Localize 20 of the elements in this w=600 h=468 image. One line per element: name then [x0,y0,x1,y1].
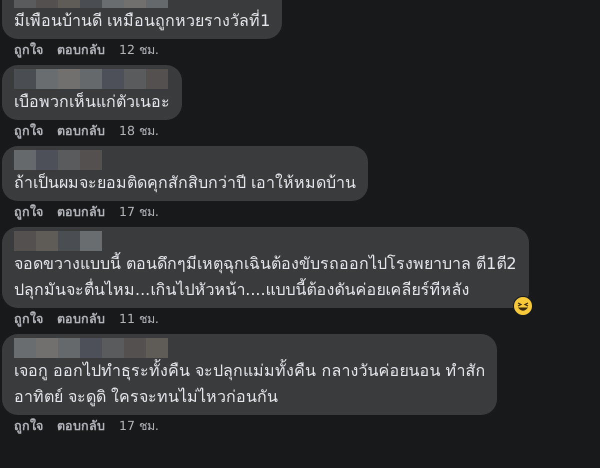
comment-time: 18 ชม. [119,122,159,140]
comment-time: 12 ชม. [119,40,159,59]
comment-text: มีเพือนบ้านดี เหมือนถูกหวยรางวัลที่1 [14,8,270,32]
reply-link[interactable]: ตอบกลับ [57,122,105,140]
comment-time: 11 ชม. [119,310,159,328]
reply-link[interactable]: ตอบกลับ [57,40,105,60]
like-link[interactable]: ถูกใจ [14,310,43,328]
like-link[interactable]: ถูกใจ [14,202,43,222]
reply-link[interactable]: ตอบกลับ [57,310,105,328]
comment-text: เบือพวกเห็นแก่ตัวเนอะ [14,91,170,113]
reply-link[interactable]: ตอบกลับ [57,202,105,222]
reply-link[interactable]: ตอบกลับ [57,416,105,436]
like-link[interactable]: ถูกใจ [14,122,43,140]
comment-time: 17 ชม. [119,202,159,221]
like-link[interactable]: ถูกใจ [14,416,43,436]
comment-text: เจอกู ออกไปทำธุระทั้งคืน จะปลุกแม่มทั้งคืน กลางวันค่อยนอน ทำสัก อาทิตย์ จะดูดิ ใครจะทนไม่ไหวก่อนกัน [14,358,486,408]
comment-text: จอดขวางแบบนี้ ตอนดึกๆมีเหตุฉุกเฉินต้องขับรถออกไปโรงพยาบาล ตี1ตี2 ปลุกมันจะตื่นไหม...เกินไปหัวหน้า....แบบนี้ต้องดันค่อยเคลียร์ทีหลัง [14,251,517,302]
comment-time: 17 ชม. [119,416,159,435]
comment-text: ถ้าเป็นผมจะยอมติดคุกสักสิบกว่าปี เอาให้หมดบ้าน [14,172,356,194]
like-link[interactable]: ถูกใจ [14,40,43,60]
